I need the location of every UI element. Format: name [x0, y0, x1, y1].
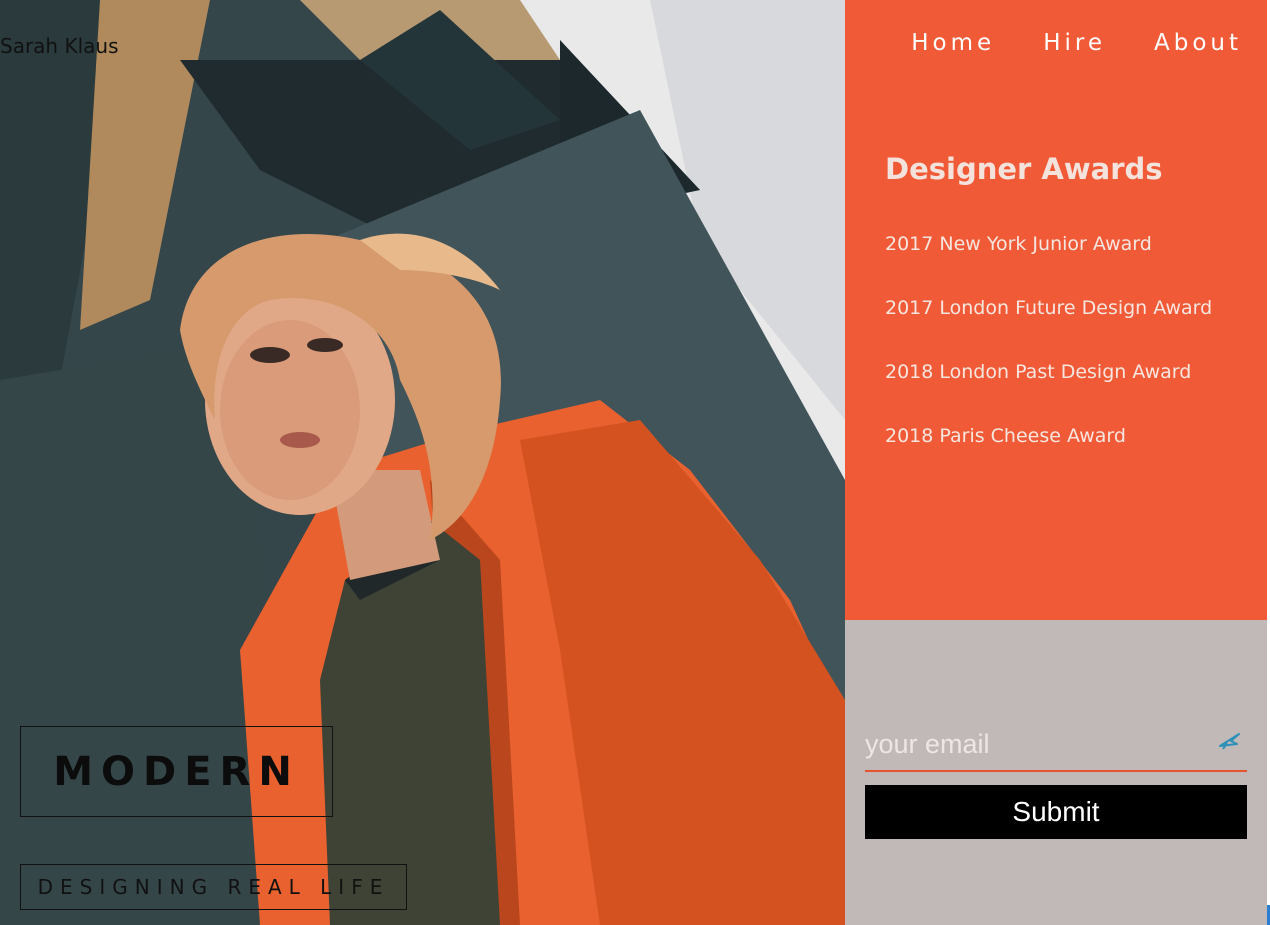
awards-title: Designer Awards [885, 152, 1163, 186]
award-item: 2017 New York Junior Award [885, 233, 1152, 255]
awards-list: 2017 New York Junior Award 2017 London F… [885, 232, 1225, 488]
email-row [865, 720, 1247, 772]
hero-subtitle-box: DESIGNING REAL LIFE [20, 864, 407, 910]
send-icon[interactable] [1217, 730, 1243, 752]
hero-title-box: MODERN [20, 726, 333, 817]
hero-subtitle: DESIGNING REAL LIFE [37, 875, 390, 899]
submit-button[interactable]: Submit [865, 785, 1247, 839]
email-input[interactable] [865, 720, 1195, 768]
subscribe-form: Submit [845, 620, 1267, 925]
award-item: 2018 Paris Cheese Award [885, 425, 1126, 447]
brand-name[interactable]: Sarah Klaus [0, 34, 119, 58]
nav-about[interactable]: About [1154, 30, 1242, 56]
hero-section: Sarah Klaus MODERN DESIGNING REAL LIFE [0, 0, 845, 925]
hero-title: MODERN [53, 748, 300, 795]
award-item: 2017 London Future Design Award [885, 297, 1213, 319]
nav-home[interactable]: Home [911, 30, 995, 56]
nav-hire[interactable]: Hire [1043, 30, 1106, 56]
awards-panel: Home Hire About Designer Awards 2017 New… [845, 0, 1267, 620]
award-item: 2018 London Past Design Award [885, 361, 1192, 383]
main-nav: Home Hire About [845, 30, 1267, 56]
